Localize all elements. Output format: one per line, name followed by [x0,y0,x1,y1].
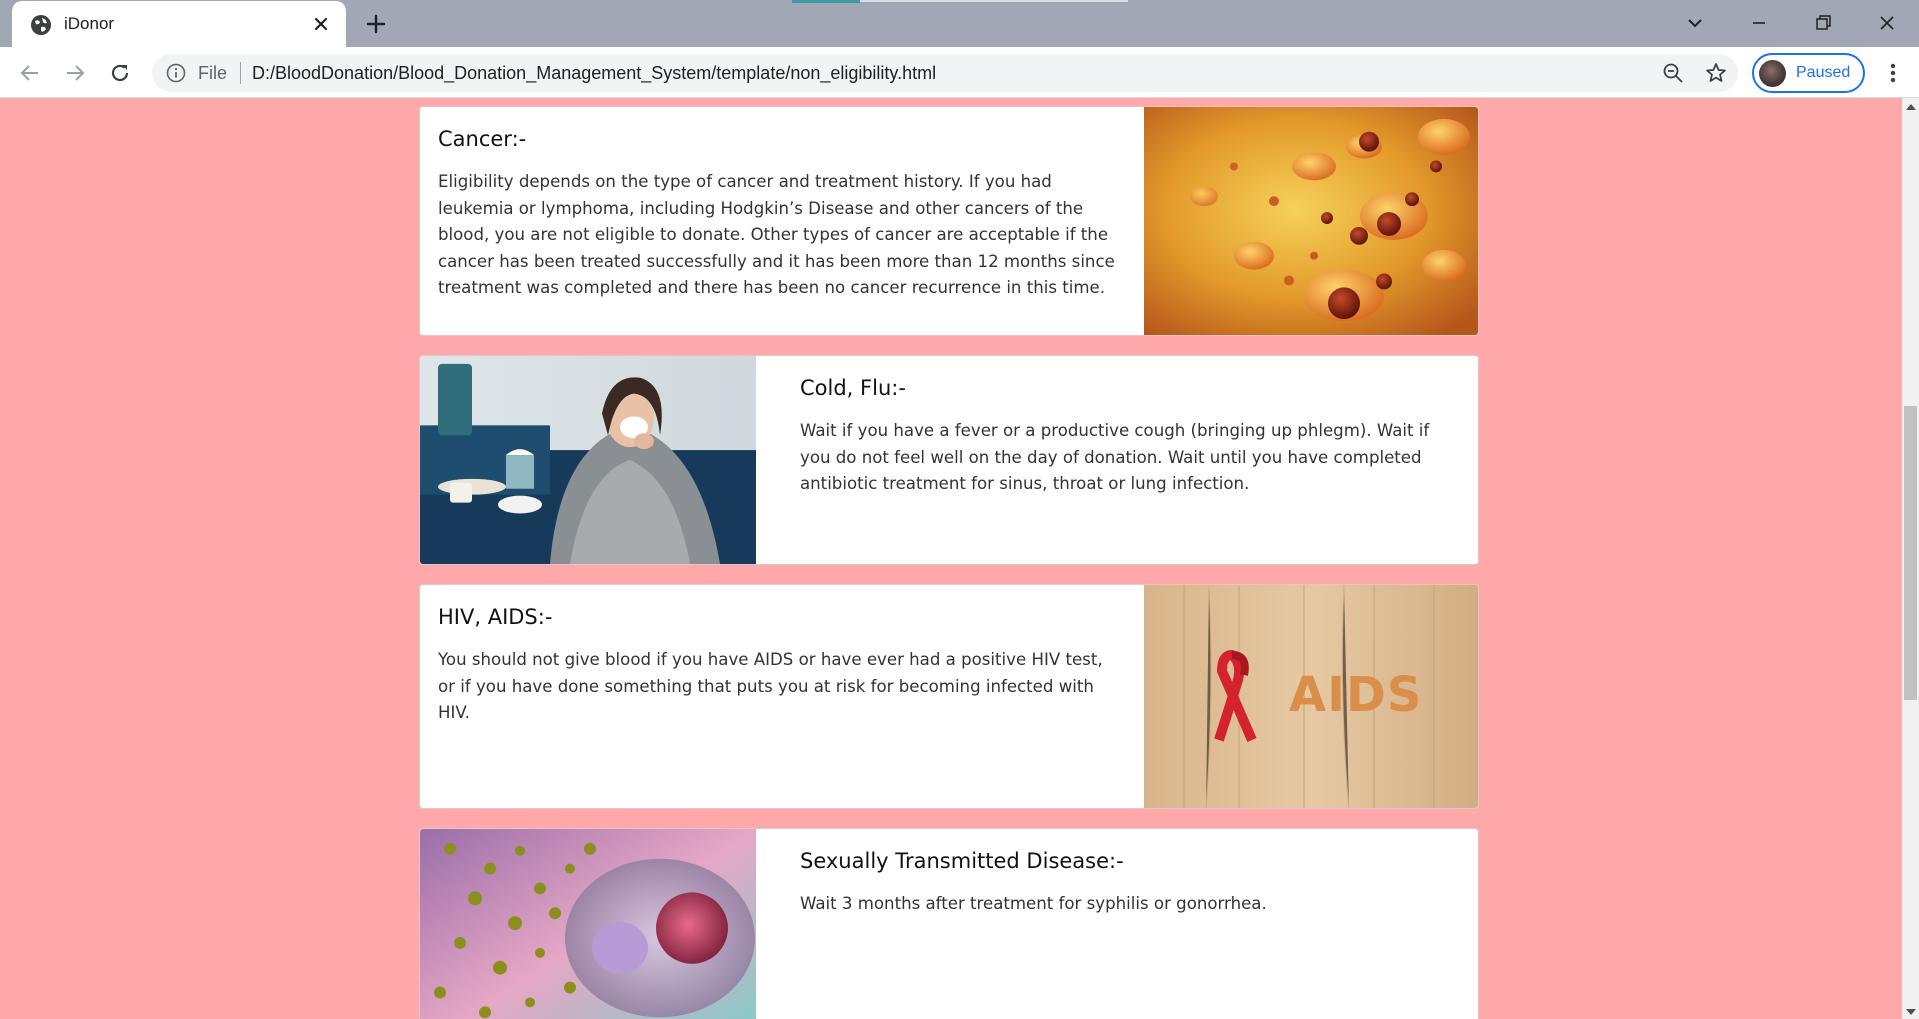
bookmark-star-icon[interactable] [1704,61,1728,85]
tab-idonor[interactable]: iDonor [12,1,346,47]
condition-card-cold-flu: Cold, Flu:- Wait if you have a fever or … [419,355,1479,565]
profile-status-label: Paused [1796,64,1851,81]
tab-strip-accent [792,0,860,3]
page-scrollbar[interactable] [1902,98,1919,1019]
card-title: Cancer:- [438,127,527,151]
card-title: Cold, Flu:- [800,376,906,400]
profile-button[interactable]: Paused [1752,53,1865,93]
card-title: Sexually Transmitted Disease:- [800,849,1124,873]
restore-icon[interactable] [1808,8,1838,38]
card-body: Wait 3 months after treatment for syphil… [800,894,1267,913]
tab-title: iDonor [64,14,115,33]
new-tab-icon[interactable] [362,10,390,38]
cancer-cells-image [1144,107,1478,335]
scroll-up-arrow-icon[interactable] [1906,104,1916,110]
card-title: HIV, AIDS:- [438,605,553,629]
sick-woman-blanket-image [420,356,756,564]
url-scheme-label: File [198,63,228,83]
card-body: Eligibility depends on the type of cance… [438,172,1115,298]
url-separator [240,62,241,84]
address-bar[interactable]: File D:/BloodDonation/Blood_Donation_Man… [152,54,1738,92]
scrollbar-thumb[interactable] [1904,406,1917,700]
bacteria-cell-image [420,829,756,1019]
tab-strip: iDonor [0,0,1919,47]
url-text[interactable]: D:/BloodDonation/Blood_Donation_Manageme… [252,63,936,84]
info-icon[interactable] [166,63,186,83]
condition-card-std: Sexually Transmitted Disease:- Wait 3 mo… [419,828,1479,1019]
avatar [1759,60,1786,87]
zoom-out-icon[interactable] [1662,62,1684,84]
card-body: You should not give blood if you have AI… [438,650,1103,723]
browser-toolbar: File D:/BloodDonation/Blood_Donation_Man… [0,47,1919,98]
tab-search-chevron-icon[interactable] [1680,8,1710,38]
condition-card-cancer: Cancer:- Eligibility depends on the type… [419,106,1479,336]
reload-icon[interactable] [105,58,135,88]
forward-arrow-icon[interactable] [60,58,90,88]
scroll-down-arrow-icon[interactable] [1906,1009,1916,1015]
minimize-icon[interactable] [1744,8,1774,38]
kebab-menu-icon[interactable] [1878,58,1908,88]
tab-strip-highlight [860,0,1128,2]
close-tab-icon[interactable] [310,13,332,35]
globe-icon [31,15,51,35]
back-arrow-icon[interactable] [15,58,45,88]
aids-ribbon-image: AIDS [1144,585,1478,808]
condition-card-hiv-aids: HIV, AIDS:- You should not give blood if… [419,584,1479,809]
aids-image-label: AIDS [1289,667,1423,723]
page-content: Cancer:- Eligibility depends on the type… [0,98,1902,1019]
close-window-icon[interactable] [1872,8,1902,38]
card-body: Wait if you have a fever or a productive… [800,421,1430,494]
